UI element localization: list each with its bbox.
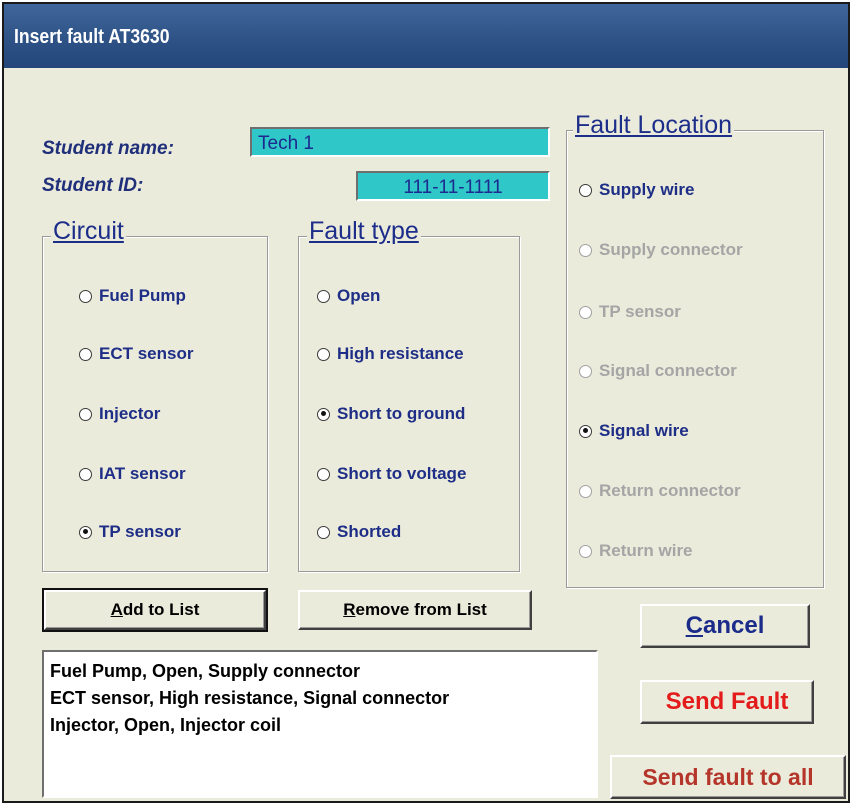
radio-label: Supply wire (599, 180, 695, 199)
remove-from-list-label: emove from List (355, 600, 487, 619)
radio-label: IAT sensor (99, 464, 186, 483)
radio-button-icon (317, 467, 330, 481)
circuit-group: Circuit Fuel Pump ECT sensor Injector IA… (42, 217, 268, 572)
radio-supply-wire[interactable]: Supply wire (579, 180, 694, 200)
radio-label: TP sensor (99, 522, 181, 541)
radio-high-resistance[interactable]: High resistance (317, 344, 464, 364)
student-name-field[interactable]: Tech 1 (250, 127, 550, 157)
cancel-label: ancel (702, 612, 765, 639)
radio-supply-connector[interactable]: Supply connector (579, 240, 743, 260)
radio-short-to-ground[interactable]: Short to ground (317, 404, 465, 424)
send-fault-label: Send Fault (665, 688, 789, 715)
add-to-list-label: dd to List (122, 600, 200, 619)
radio-shorted[interactable]: Shorted (317, 522, 401, 542)
radio-button-icon (79, 467, 92, 481)
radio-label: Signal wire (599, 421, 689, 440)
radio-label: Injector (99, 404, 161, 423)
add-to-list-button[interactable]: Add to List (42, 588, 268, 632)
radio-button-icon (579, 364, 592, 378)
radio-button-icon (317, 289, 330, 303)
cancel-button[interactable]: Cancel (640, 604, 810, 648)
radio-label: Signal connector (599, 361, 737, 380)
radio-iat-sensor[interactable]: IAT sensor (79, 464, 186, 484)
radio-label: Fuel Pump (99, 286, 186, 305)
radio-button-icon (317, 347, 330, 361)
radio-label: Open (337, 286, 381, 305)
radio-button-icon (79, 407, 92, 421)
radio-button-selected-icon (79, 525, 92, 539)
radio-button-selected-icon (317, 407, 330, 421)
radio-button-selected-icon (579, 424, 592, 438)
send-fault-button[interactable]: Send Fault (640, 680, 814, 724)
radio-label: Short to voltage (337, 464, 467, 483)
radio-return-wire[interactable]: Return wire (579, 541, 693, 561)
radio-ect-sensor[interactable]: ECT sensor (79, 344, 193, 364)
radio-tp-sensor-location[interactable]: TP sensor (579, 302, 681, 322)
radio-button-icon (79, 289, 92, 303)
fault-type-group: Fault type Open High resistance Short to… (298, 217, 520, 572)
fault-listbox[interactable]: Fuel Pump, Open, Supply connector ECT se… (42, 650, 598, 798)
radio-injector[interactable]: Injector (79, 404, 160, 424)
radio-label: Supply connector (599, 240, 743, 259)
radio-label: High resistance (337, 344, 464, 363)
send-fault-to-all-button[interactable]: Send fault to all (610, 755, 846, 799)
radio-label: Return wire (599, 541, 693, 560)
fault-location-group: Fault Location Supply wire Supply connec… (566, 111, 824, 588)
list-item[interactable]: Fuel Pump, Open, Supply connector (50, 658, 596, 685)
radio-label: Short to ground (337, 404, 466, 423)
radio-button-icon (579, 183, 592, 197)
fault-location-group-title: Fault Location (573, 111, 735, 140)
radio-tp-sensor[interactable]: TP sensor (79, 522, 181, 542)
radio-fuel-pump[interactable]: Fuel Pump (79, 286, 186, 306)
send-fault-to-all-label: Send fault to all (642, 763, 814, 790)
radio-signal-connector[interactable]: Signal connector (579, 361, 737, 381)
radio-label: ECT sensor (99, 344, 194, 363)
radio-short-to-voltage[interactable]: Short to voltage (317, 464, 466, 484)
radio-button-icon (579, 305, 592, 319)
circuit-group-title: Circuit (51, 217, 126, 246)
remove-from-list-accel: R (343, 600, 356, 619)
student-id-field[interactable]: 111-11-1111 (356, 171, 550, 201)
radio-button-icon (579, 544, 592, 558)
radio-signal-wire[interactable]: Signal wire (579, 421, 689, 441)
student-id-label: Student ID: (42, 175, 144, 196)
list-item[interactable]: Injector, Open, Injector coil (50, 712, 596, 739)
radio-button-icon (317, 525, 330, 539)
title-bar[interactable]: Insert fault AT3630 (4, 4, 848, 68)
radio-button-icon (579, 484, 592, 498)
fault-type-group-title: Fault type (307, 217, 421, 246)
list-item[interactable]: ECT sensor, High resistance, Signal conn… (50, 685, 596, 712)
remove-from-list-button[interactable]: Remove from List (298, 590, 532, 630)
window-title: Insert fault AT3630 (14, 26, 170, 48)
radio-label: Shorted (337, 522, 402, 541)
insert-fault-dialog: Insert fault AT3630 Student name: Tech 1… (2, 2, 850, 803)
radio-label: TP sensor (599, 302, 681, 321)
radio-open[interactable]: Open (317, 286, 380, 306)
add-to-list-accel: A (110, 600, 123, 619)
radio-return-connector[interactable]: Return connector (579, 481, 741, 501)
cancel-accel: C (685, 612, 703, 639)
student-name-label: Student name: (42, 138, 174, 159)
radio-button-icon (79, 347, 92, 361)
radio-label: Return connector (599, 481, 741, 500)
radio-button-icon (579, 243, 592, 257)
